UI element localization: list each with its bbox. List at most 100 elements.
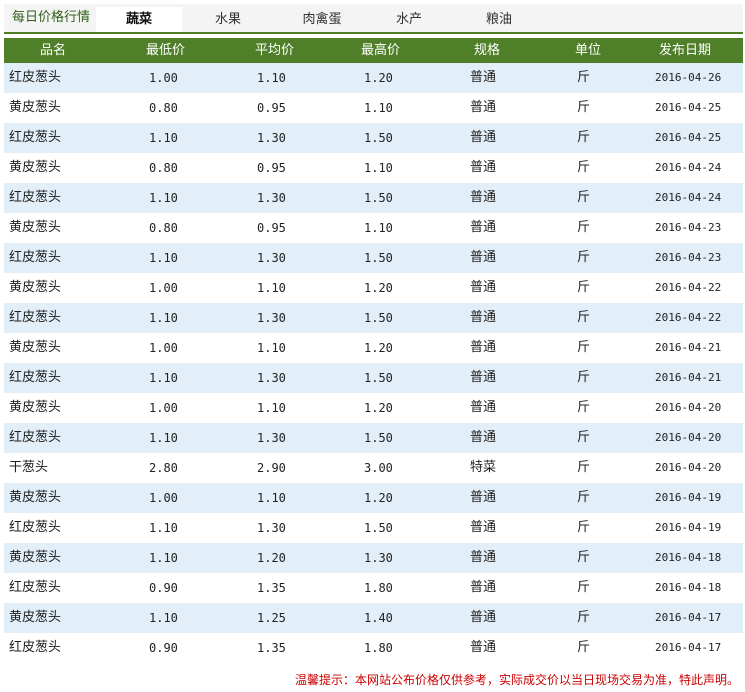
cell-unit: 斤	[577, 130, 591, 145]
cell-max-price: 1.10	[364, 161, 393, 175]
cell-avg-price: 1.30	[257, 521, 286, 535]
cell-publish-date: 2016-04-19	[655, 521, 722, 534]
cell-unit: 斤	[577, 640, 591, 655]
cell-min-price: 0.80	[149, 221, 178, 235]
cell-min-price: 1.00	[149, 281, 178, 295]
table-row: 黄皮葱头 0.80 0.95 1.10 普通 斤 2016-04-25	[4, 93, 743, 123]
cell-spec: 普通	[470, 160, 497, 175]
cell-max-price: 1.80	[364, 581, 393, 595]
cell-unit: 斤	[577, 220, 591, 235]
cell-max-price: 1.20	[364, 491, 393, 505]
cell-product-name: 红皮葱头	[9, 580, 62, 595]
cell-max-price: 1.80	[364, 641, 393, 655]
cell-max-price: 1.20	[364, 281, 393, 295]
cell-max-price: 1.50	[364, 521, 393, 535]
cell-product-name: 黄皮葱头	[9, 610, 62, 625]
cell-unit: 斤	[577, 580, 591, 595]
cell-max-price: 1.40	[364, 611, 393, 625]
cell-spec: 普通	[470, 100, 497, 115]
cell-spec: 普通	[470, 280, 497, 295]
cell-publish-date: 2016-04-17	[655, 611, 722, 624]
cell-publish-date: 2016-04-20	[655, 461, 722, 474]
cell-spec: 普通	[470, 610, 497, 625]
cell-unit: 斤	[577, 490, 591, 505]
cell-product-name: 干葱头	[9, 460, 49, 475]
cell-spec: 普通	[470, 550, 497, 565]
cell-product-name: 红皮葱头	[9, 520, 62, 535]
table-row: 黄皮葱头 1.00 1.10 1.20 普通 斤 2016-04-21	[4, 333, 743, 363]
table-row: 黄皮葱头 1.00 1.10 1.20 普通 斤 2016-04-20	[4, 393, 743, 423]
cell-min-price: 1.10	[149, 521, 178, 535]
cell-unit: 斤	[577, 310, 591, 325]
cell-avg-price: 0.95	[257, 161, 286, 175]
tab-fruits[interactable]: 水果	[185, 7, 271, 32]
cell-avg-price: 0.95	[257, 221, 286, 235]
cell-product-name: 红皮葱头	[9, 640, 62, 655]
table-row: 红皮葱头 1.10 1.30 1.50 普通 斤 2016-04-22	[4, 303, 743, 333]
cell-product-name: 黄皮葱头	[9, 220, 62, 235]
cell-publish-date: 2016-04-26	[655, 71, 722, 84]
cell-product-name: 红皮葱头	[9, 70, 62, 85]
cell-publish-date: 2016-04-20	[655, 401, 722, 414]
cell-spec: 普通	[470, 400, 497, 415]
table-row: 红皮葱头 1.10 1.30 1.50 普通 斤 2016-04-25	[4, 123, 743, 153]
cell-product-name: 红皮葱头	[9, 190, 62, 205]
table-row: 黄皮葱头 1.10 1.25 1.40 普通 斤 2016-04-17	[4, 603, 743, 633]
cell-min-price: 1.10	[149, 251, 178, 265]
cell-product-name: 红皮葱头	[9, 250, 62, 265]
cell-min-price: 1.00	[149, 401, 178, 415]
cell-publish-date: 2016-04-23	[655, 221, 722, 234]
cell-spec: 普通	[470, 250, 497, 265]
tab-grain-oil[interactable]: 粮油	[456, 7, 542, 32]
tab-meat-poultry-eggs[interactable]: 肉禽蛋	[279, 7, 365, 32]
cell-max-price: 1.50	[364, 371, 393, 385]
table-row: 红皮葱头 1.10 1.30 1.50 普通 斤 2016-04-24	[4, 183, 743, 213]
table-row: 红皮葱头 1.00 1.10 1.20 普通 斤 2016-04-26	[4, 63, 743, 93]
cell-max-price: 1.20	[364, 71, 393, 85]
table-row: 黄皮葱头 0.80 0.95 1.10 普通 斤 2016-04-23	[4, 213, 743, 243]
cell-unit: 斤	[577, 550, 591, 565]
cell-avg-price: 1.30	[257, 371, 286, 385]
cell-avg-price: 1.10	[257, 71, 286, 85]
cell-spec: 普通	[470, 70, 497, 85]
cell-max-price: 1.30	[364, 551, 393, 565]
cell-spec: 普通	[470, 340, 497, 355]
cell-product-name: 红皮葱头	[9, 370, 62, 385]
cell-unit: 斤	[577, 100, 591, 115]
cell-spec: 普通	[470, 580, 497, 595]
cell-max-price: 1.50	[364, 431, 393, 445]
tab-vegetables[interactable]: 蔬菜	[96, 7, 182, 32]
table-row: 红皮葱头 1.10 1.30 1.50 普通 斤 2016-04-23	[4, 243, 743, 273]
cell-spec: 普通	[470, 130, 497, 145]
cell-product-name: 黄皮葱头	[9, 490, 62, 505]
cell-publish-date: 2016-04-19	[655, 491, 722, 504]
cell-publish-date: 2016-04-22	[655, 311, 722, 324]
cell-unit: 斤	[577, 70, 591, 85]
cell-spec: 普通	[470, 520, 497, 535]
cell-min-price: 1.10	[149, 371, 178, 385]
cell-unit: 斤	[577, 340, 591, 355]
cell-spec: 特菜	[470, 460, 497, 475]
category-tab-bar: 每日价格行情 蔬菜 水果 肉禽蛋 水产 粮油	[4, 4, 743, 34]
cell-product-name: 黄皮葱头	[9, 280, 62, 295]
cell-publish-date: 2016-04-24	[655, 191, 722, 204]
cell-max-price: 1.20	[364, 341, 393, 355]
cell-product-name: 红皮葱头	[9, 430, 62, 445]
cell-min-price: 1.10	[149, 191, 178, 205]
cell-unit: 斤	[577, 520, 591, 535]
header-publish-date: 发布日期	[659, 43, 712, 58]
cell-avg-price: 1.35	[257, 581, 286, 595]
disclaimer-notice: 温馨提示：本网站公布价格仅供参考，实际成交价以当日现场交易为准，特此声明。	[294, 673, 739, 687]
cell-publish-date: 2016-04-23	[655, 251, 722, 264]
cell-avg-price: 2.90	[257, 461, 286, 475]
tab-seafood[interactable]: 水产	[366, 7, 452, 32]
cell-min-price: 1.10	[149, 551, 178, 565]
cell-product-name: 红皮葱头	[9, 130, 62, 145]
table-row: 红皮葱头 1.10 1.30 1.50 普通 斤 2016-04-19	[4, 513, 743, 543]
cell-unit: 斤	[577, 250, 591, 265]
header-min-price: 最低价	[146, 43, 186, 58]
cell-min-price: 0.80	[149, 161, 178, 175]
cell-avg-price: 1.30	[257, 131, 286, 145]
cell-avg-price: 1.30	[257, 311, 286, 325]
cell-unit: 斤	[577, 610, 591, 625]
